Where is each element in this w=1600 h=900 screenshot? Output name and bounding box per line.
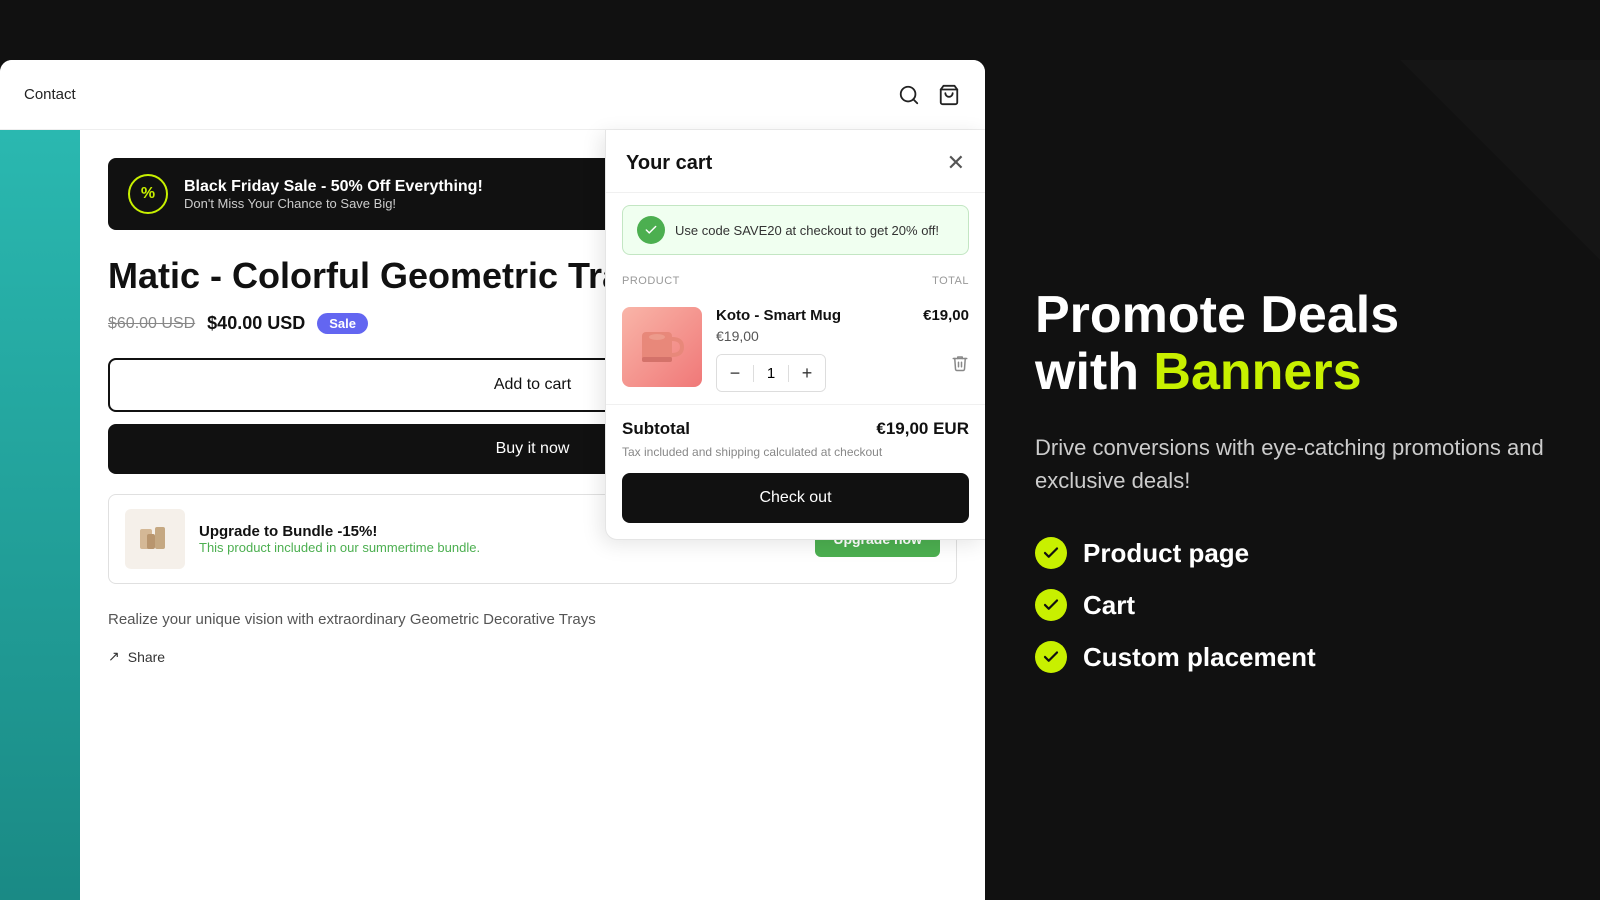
list-item-cart: Cart: [1035, 589, 1550, 621]
cart-header: Your cart ✕: [606, 130, 985, 193]
cart-close-button[interactable]: ✕: [947, 150, 965, 176]
col-product: PRODUCT: [622, 275, 680, 287]
promo-heading-accent: Banners: [1153, 343, 1361, 401]
check-icon-custom: [1035, 641, 1067, 673]
checkout-button[interactable]: Check out: [622, 473, 969, 523]
bundle-description: This product included in our summertime …: [199, 540, 801, 555]
nav-bar: Contact: [0, 60, 985, 130]
main-area: Contact: [0, 60, 1600, 900]
quantity-decrease-button[interactable]: −: [717, 355, 753, 391]
quantity-increase-button[interactable]: +: [789, 355, 825, 391]
cart-item-name: Koto - Smart Mug: [716, 307, 909, 324]
cart-item-delete-button[interactable]: [951, 354, 969, 377]
sale-badge: Sale: [317, 313, 368, 334]
list-label-custom: Custom placement: [1083, 642, 1316, 673]
cart-columns: PRODUCT TOTAL: [606, 267, 985, 295]
promo-heading: Promote Deals with Banners: [1035, 287, 1550, 401]
cart-item-image: [622, 307, 702, 387]
nav-contact[interactable]: Contact: [24, 86, 76, 103]
cart-item-details: Koto - Smart Mug €19,00 − 1 +: [716, 307, 909, 392]
list-item-product-page: Product page: [1035, 537, 1550, 569]
col-total: TOTAL: [932, 275, 969, 287]
cart-item-right: €19,00: [923, 307, 969, 377]
product-image-col: [0, 130, 80, 900]
nav-icons: [897, 83, 961, 107]
price-new: $40.00 USD: [207, 313, 305, 334]
bundle-image: [125, 509, 185, 569]
promo-subtext: Drive conversions with eye-catching prom…: [1035, 431, 1550, 497]
cart-footer: Subtotal €19,00 EUR Tax included and shi…: [606, 404, 985, 539]
check-icon-product-page: [1035, 537, 1067, 569]
cart-overlay: Your cart ✕ Use code SAVE20 at checkout …: [605, 130, 985, 540]
promo-list: Product page Cart Custom placement: [1035, 537, 1550, 673]
cart-item-total: €19,00: [923, 307, 969, 324]
promo-percent-icon: %: [128, 174, 168, 214]
subtotal-label: Subtotal: [622, 419, 690, 439]
cart-promo-icon: [637, 216, 665, 244]
tax-note: Tax included and shipping calculated at …: [622, 445, 969, 459]
quantity-control: − 1 +: [716, 354, 826, 392]
list-item-custom-placement: Custom placement: [1035, 641, 1550, 673]
product-description: Realize your unique vision with extraord…: [108, 608, 957, 632]
cart-item: Koto - Smart Mug €19,00 − 1 + €19,00: [606, 295, 985, 404]
promo-panel: Promote Deals with Banners Drive convers…: [985, 60, 1600, 900]
deco-triangle: [1400, 60, 1600, 260]
cart-button[interactable]: [937, 83, 961, 107]
cart-title: Your cart: [626, 152, 712, 175]
nav-left: Contact: [24, 86, 76, 103]
cart-promo-text: Use code SAVE20 at checkout to get 20% o…: [675, 223, 939, 238]
top-bar: [0, 0, 1600, 60]
subtotal-amount: €19,00 EUR: [876, 419, 969, 439]
check-icon-cart: [1035, 589, 1067, 621]
list-label-product-page: Product page: [1083, 538, 1249, 569]
promo-heading-line2: with Banners: [1035, 343, 1362, 401]
search-button[interactable]: [897, 83, 921, 107]
cart-promo-note: Use code SAVE20 at checkout to get 20% o…: [622, 205, 969, 255]
promo-heading-line1: Promote Deals: [1035, 286, 1399, 344]
cart-item-price: €19,00: [716, 328, 909, 344]
cart-item-img-inner: [622, 307, 702, 387]
quantity-value: 1: [753, 365, 789, 382]
share-row[interactable]: ↗ Share: [108, 648, 957, 665]
subtotal-row: Subtotal €19,00 EUR: [622, 419, 969, 439]
list-label-cart: Cart: [1083, 590, 1135, 621]
share-label: Share: [128, 649, 165, 665]
shop-panel: Contact: [0, 60, 985, 900]
price-old: $60.00 USD: [108, 315, 195, 333]
share-icon: ↗: [108, 648, 120, 665]
